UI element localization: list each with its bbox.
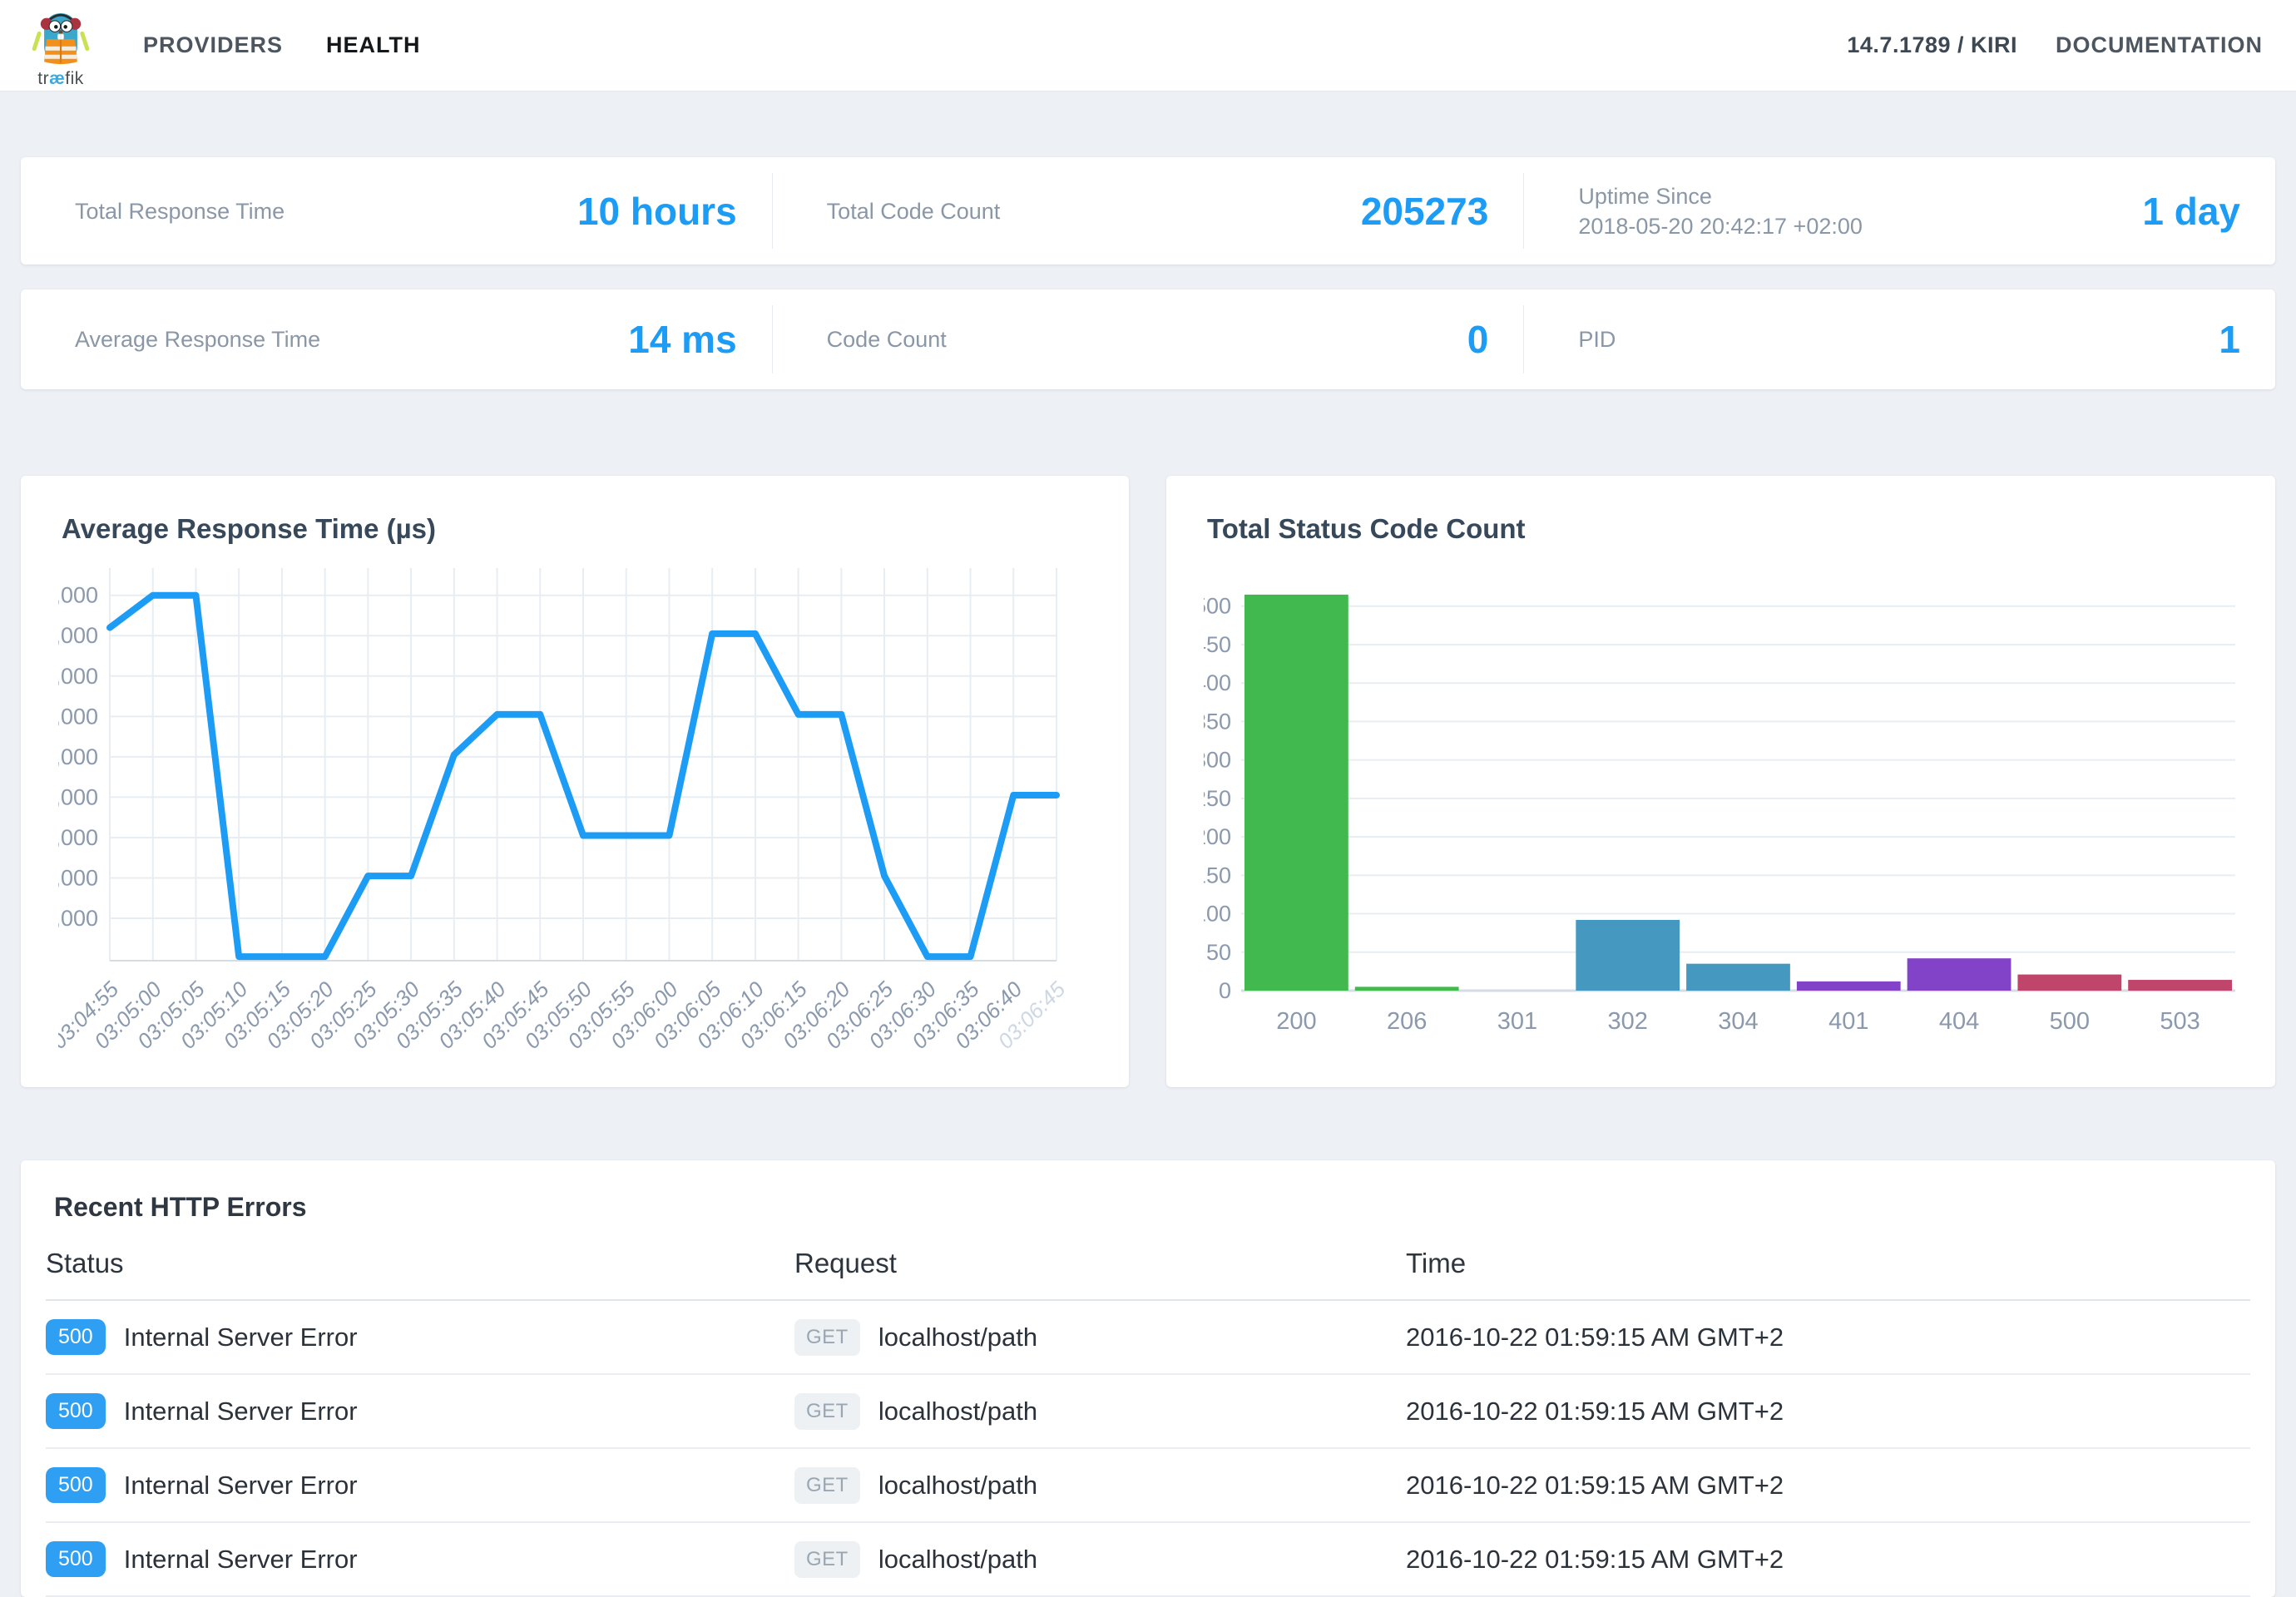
method-badge: GET [794,1541,860,1578]
traefik-wordmark: træfik [37,69,84,89]
svg-text:100: 100 [1204,902,1231,927]
recent-http-errors-card: Recent HTTP Errors Status Request Time 5… [21,1160,2275,1597]
nav-item-documentation[interactable]: DOCUMENTATION [2056,32,2263,58]
table-row: 500 Internal Server Error GET localhost/… [46,1375,2250,1449]
svg-text:11,000: 11,000 [58,906,98,931]
table-row: 500 Internal Server Error GET localhost/… [46,1301,2250,1375]
traefik-gopher-icon [31,5,91,71]
svg-text:500: 500 [1204,594,1231,619]
errors-table-header: Status Request Time [46,1248,2250,1301]
version-label: 14.7.1789 / KIRI [1847,32,2017,58]
svg-text:400: 400 [1204,670,1231,695]
status-code-chart: 0 50 100 150 200 250 300 350 400 450 500 200 206 301 3… [1204,556,2238,1056]
stat-pid: PID 1 [1524,289,2275,389]
stat-label: Average Response Time [75,324,320,354]
stats-row-current: Average Response Time 14 ms Code Count 0… [21,289,2275,389]
errors-table-body: 500 Internal Server Error GET localhost/… [46,1301,2250,1597]
chart-title-response-time: Average Response Time (µs) [62,513,1091,545]
status-code-badge: 500 [46,1467,106,1503]
svg-text:304: 304 [1718,1008,1758,1035]
svg-text:16,000: 16,000 [58,704,98,729]
method-badge: GET [794,1393,860,1430]
error-time: 2016-10-22 01:59:15 AM GMT+2 [1406,1471,1784,1501]
error-time: 2016-10-22 01:59:15 AM GMT+2 [1406,1545,1784,1575]
svg-text:301: 301 [1497,1008,1537,1035]
status-text: Internal Server Error [124,1323,358,1352]
table-row: 500 Internal Server Error GET localhost/… [46,1523,2250,1597]
svg-text:0: 0 [1219,978,1231,1003]
svg-text:19,000: 19,000 [58,583,98,608]
status-text: Internal Server Error [124,1545,358,1575]
request-url: localhost/path [878,1471,1037,1501]
error-time: 2016-10-22 01:59:15 AM GMT+2 [1406,1323,1784,1352]
status-text: Internal Server Error [124,1397,358,1426]
stat-label: PID [1578,324,1616,354]
chart-title-status-codes: Total Status Code Count [1207,513,2238,545]
error-time: 2016-10-22 01:59:15 AM GMT+2 [1406,1397,1784,1426]
svg-text:302: 302 [1608,1008,1648,1035]
svg-text:200: 200 [1204,824,1231,849]
stats-row-totals: Total Response Time 10 hours Total Code … [21,157,2275,265]
stat-total-response-time: Total Response Time 10 hours [21,157,772,265]
method-badge: GET [794,1319,860,1356]
request-url: localhost/path [878,1397,1037,1426]
response-time-chart-card: Average Response Time (µs) 11,00012,0001… [21,476,1129,1087]
column-header-status: Status [46,1248,794,1279]
stat-label: Uptime Since [1578,181,1863,211]
svg-text:250: 250 [1204,786,1231,811]
svg-text:15,000: 15,000 [58,744,98,769]
top-navigation-bar: træfik PROVIDERS HEALTH 14.7.1789 / KIRI… [0,0,2296,91]
svg-text:18,000: 18,000 [58,623,98,648]
nav-item-health[interactable]: HEALTH [326,32,421,58]
svg-text:17,000: 17,000 [58,664,98,689]
stat-value: 205273 [1361,189,1524,234]
svg-text:450: 450 [1204,632,1231,657]
stat-value: 0 [1467,317,1524,362]
stat-uptime-since: Uptime Since 2018-05-20 20:42:17 +02:00 … [1524,157,2275,265]
stat-label: Total Response Time [75,196,285,226]
svg-text:150: 150 [1204,863,1231,887]
svg-text:14,000: 14,000 [58,784,98,809]
status-code-chart-card: Total Status Code Count 0 50 100 150 200 250 3… [1166,476,2275,1087]
health-dashboard: Total Response Time 10 hours Total Code … [0,157,2296,1597]
svg-text:503: 503 [2160,1008,2200,1035]
stat-label: Code Count [827,324,947,354]
request-url: localhost/path [878,1323,1037,1352]
stat-average-response-time: Average Response Time 14 ms [21,289,772,389]
stat-value: 1 [2219,317,2275,362]
svg-text:12,000: 12,000 [58,865,98,890]
method-badge: GET [794,1467,860,1504]
svg-text:206: 206 [1387,1008,1427,1035]
request-url: localhost/path [878,1545,1037,1575]
svg-text:13,000: 13,000 [58,825,98,850]
column-header-request: Request [794,1248,1406,1279]
stat-label: Total Code Count [827,196,1001,226]
svg-text:401: 401 [1828,1008,1868,1035]
status-code-badge: 500 [46,1541,106,1577]
stat-sublabel: 2018-05-20 20:42:17 +02:00 [1578,211,1863,241]
svg-text:300: 300 [1204,748,1231,773]
main-nav: PROVIDERS HEALTH [143,32,421,58]
svg-text:50: 50 [1206,940,1231,965]
svg-text:350: 350 [1204,709,1231,734]
status-text: Internal Server Error [124,1471,358,1501]
traefik-logo[interactable]: træfik [25,5,96,89]
status-code-badge: 500 [46,1319,106,1355]
svg-text:404: 404 [1939,1008,1979,1035]
status-code-badge: 500 [46,1393,106,1429]
nav-item-providers[interactable]: PROVIDERS [143,32,283,58]
stat-total-code-count: Total Code Count 205273 [773,157,1524,265]
stat-value: 10 hours [577,189,772,234]
stat-code-count: Code Count 0 [773,289,1524,389]
svg-text:500: 500 [2050,1008,2090,1035]
stat-value: 14 ms [628,317,771,362]
table-row: 500 Internal Server Error GET localhost/… [46,1449,2250,1523]
response-time-chart: 11,000 12,000 13,000 14,000 15,000 16,000 17,0… [58,556,1091,1076]
column-header-time: Time [1406,1248,2250,1279]
errors-table-title: Recent HTTP Errors [54,1192,2250,1223]
stat-value: 1 day [2142,189,2275,234]
svg-text:200: 200 [1276,1008,1316,1035]
